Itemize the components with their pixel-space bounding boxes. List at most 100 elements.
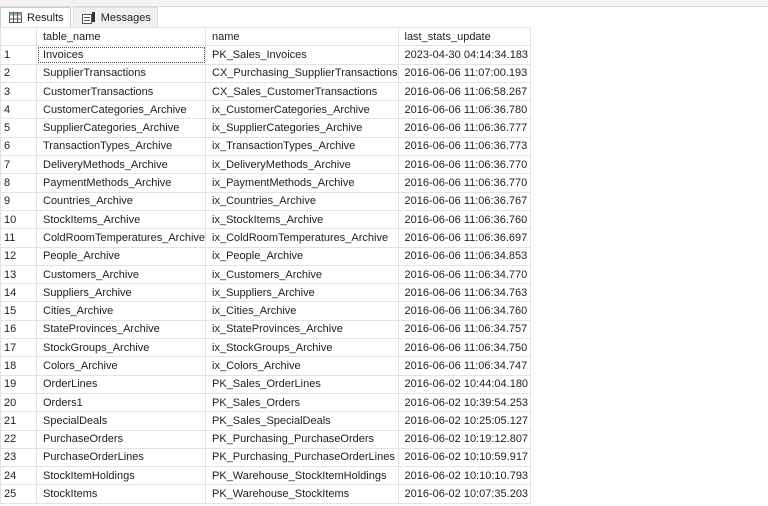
table-cell[interactable]: 2016-06-06 11:06:34.750 xyxy=(397,338,531,358)
table-cell[interactable]: 2016-06-06 11:06:36.780 xyxy=(397,100,531,120)
table-cell[interactable]: 2016-06-06 11:06:36.777 xyxy=(397,118,531,138)
table-cell[interactable]: ix_Cities_Archive xyxy=(205,301,399,321)
table-row[interactable]: 16 StateProvinces_Archive ix_StateProvince… xyxy=(0,319,531,340)
table-cell[interactable]: 2023-04-30 04:14:34.183 xyxy=(397,45,531,65)
table-cell[interactable]: SupplierTransactions xyxy=(35,63,207,83)
table-cell[interactable]: DeliveryMethods_Archive xyxy=(35,155,207,175)
table-cell[interactable]: PK_Warehouse_StockItemHoldings xyxy=(205,466,399,486)
table-row[interactable]: 19 OrderLines PK_Sales_OrderLines 2016-06-0… xyxy=(0,374,531,394)
row-number[interactable]: 2 xyxy=(0,63,37,83)
table-cell[interactable]: 2016-06-06 11:06:36.770 xyxy=(397,155,531,175)
table-cell[interactable]: PK_Purchasing_PurchaseOrderLines xyxy=(205,447,399,468)
row-number[interactable]: 9 xyxy=(0,191,37,211)
table-cell[interactable]: SpecialDeals xyxy=(35,411,207,431)
row-number[interactable]: 20 xyxy=(0,392,37,413)
column-header[interactable]: last_stats_update xyxy=(397,26,531,47)
table-cell[interactable]: ix_TransactionTypes_Archive xyxy=(205,136,399,157)
table-cell[interactable]: PK_Sales_Orders xyxy=(205,392,399,413)
table-cell[interactable]: PurchaseOrders xyxy=(35,429,207,449)
row-number[interactable]: 16 xyxy=(0,319,37,340)
table-row[interactable]: 15 Cities_Archive ix_Cities_Archive 2016-06… xyxy=(0,301,531,321)
table-row[interactable]: 4 CustomerCategories_Archive ix_CustomerCa… xyxy=(0,100,531,120)
table-cell[interactable]: ix_People_Archive xyxy=(205,246,399,266)
table-cell[interactable]: 2016-06-06 11:06:34.763 xyxy=(397,283,531,303)
table-cell[interactable]: ix_Suppliers_Archive xyxy=(205,283,399,303)
table-row[interactable]: 5 SupplierCategories_Archive ix_SupplierCa… xyxy=(0,118,531,138)
table-row[interactable]: 7 DeliveryMethods_Archive ix_DeliveryMetho… xyxy=(0,155,531,175)
table-cell[interactable]: ix_StateProvinces_Archive xyxy=(205,319,399,340)
tab-messages[interactable]: Messages xyxy=(72,7,158,27)
table-cell[interactable]: 2016-06-06 11:06:34.757 xyxy=(397,319,531,340)
table-row[interactable]: 1 Invoices PK_Sales_Invoices 2023-04-30 04:… xyxy=(0,45,531,65)
table-cell[interactable]: ix_PaymentMethods_Archive xyxy=(205,173,399,193)
table-cell[interactable]: ix_Colors_Archive xyxy=(205,356,399,376)
table-row[interactable]: 13 Customers_Archive ix_Customers_Archive 2… xyxy=(0,264,531,285)
row-number[interactable]: 3 xyxy=(0,81,37,102)
row-number[interactable]: 17 xyxy=(0,338,37,358)
table-cell[interactable]: Countries_Archive xyxy=(35,191,207,211)
row-number[interactable]: 14 xyxy=(0,283,37,303)
table-row[interactable]: 12 People_Archive ix_People_Archive 2016-06… xyxy=(0,246,531,266)
table-cell[interactable]: Colors_Archive xyxy=(35,356,207,376)
table-row[interactable]: 14 Suppliers_Archive ix_Suppliers_Archive 2… xyxy=(0,283,531,303)
row-number[interactable]: 25 xyxy=(0,484,37,504)
table-cell[interactable]: 2016-06-06 11:06:34.770 xyxy=(397,264,531,285)
row-number[interactable]: 18 xyxy=(0,356,37,376)
table-cell[interactable]: 2016-06-02 10:19:12.807 xyxy=(397,429,531,449)
table-cell[interactable]: Suppliers_Archive xyxy=(35,283,207,303)
table-cell[interactable]: PK_Sales_Invoices xyxy=(205,45,399,65)
tab-results[interactable]: Results xyxy=(0,7,71,27)
row-number[interactable]: 5 xyxy=(0,118,37,138)
row-number[interactable]: 19 xyxy=(0,374,37,394)
table-row[interactable]: 17 StockGroups_Archive ix_StockGroups_Arch… xyxy=(0,338,531,358)
table-cell[interactable]: ix_SupplierCategories_Archive xyxy=(205,118,399,138)
table-row[interactable]: 8 PaymentMethods_Archive ix_PaymentMethods… xyxy=(0,173,531,193)
table-cell[interactable]: CustomerTransactions xyxy=(35,81,207,102)
table-cell[interactable]: 2016-06-06 11:06:36.770 xyxy=(397,173,531,193)
table-cell[interactable]: ix_Customers_Archive xyxy=(205,264,399,285)
table-cell[interactable]: PK_Sales_OrderLines xyxy=(205,374,399,394)
table-row[interactable]: 25 StockItems PK_Warehouse_StockItems 2016-… xyxy=(0,484,531,504)
table-cell[interactable]: 2016-06-06 11:06:36.697 xyxy=(397,228,531,248)
table-cell[interactable]: 2016-06-06 11:06:36.767 xyxy=(397,191,531,211)
column-header[interactable] xyxy=(0,26,37,47)
table-cell[interactable]: PurchaseOrderLines xyxy=(35,447,207,468)
table-cell[interactable]: OrderLines xyxy=(35,374,207,394)
table-row[interactable]: 10 StockItems_Archive ix_StockItems_Archiv… xyxy=(0,209,531,230)
table-cell[interactable]: ix_DeliveryMethods_Archive xyxy=(205,155,399,175)
table-cell[interactable]: 2016-06-06 11:06:58.267 xyxy=(397,81,531,102)
table-cell[interactable]: 2016-06-02 10:25:05.127 xyxy=(397,411,531,431)
table-cell[interactable]: CX_Sales_CustomerTransactions xyxy=(205,81,399,102)
table-cell[interactable]: ix_ColdRoomTemperatures_Archive xyxy=(205,228,399,248)
table-cell[interactable]: 2016-06-02 10:39:54.253 xyxy=(397,392,531,413)
row-number[interactable]: 6 xyxy=(0,136,37,157)
row-number[interactable]: 24 xyxy=(0,466,37,486)
table-cell[interactable]: ix_CustomerCategories_Archive xyxy=(205,100,399,120)
table-cell[interactable]: 2016-06-02 10:10:59.917 xyxy=(397,447,531,468)
table-cell[interactable]: 2016-06-02 10:44:04.180 xyxy=(397,374,531,394)
table-cell[interactable]: 2016-06-02 10:07:35.203 xyxy=(397,484,531,504)
row-number[interactable]: 1 xyxy=(0,45,37,65)
row-number[interactable]: 12 xyxy=(0,246,37,266)
table-cell[interactable]: PaymentMethods_Archive xyxy=(35,173,207,193)
table-cell[interactable]: ix_StockGroups_Archive xyxy=(205,338,399,358)
row-number[interactable]: 8 xyxy=(0,173,37,193)
table-cell[interactable]: ix_Countries_Archive xyxy=(205,191,399,211)
table-cell[interactable]: ColdRoomTemperatures_Archive xyxy=(35,228,207,248)
table-cell[interactable]: StateProvinces_Archive xyxy=(35,319,207,340)
table-row[interactable]: 21 SpecialDeals PK_Sales_SpecialDeals 2016-… xyxy=(0,411,531,431)
table-cell[interactable]: PK_Sales_SpecialDeals xyxy=(205,411,399,431)
table-cell[interactable]: ix_StockItems_Archive xyxy=(205,209,399,230)
table-cell[interactable]: People_Archive xyxy=(35,246,207,266)
table-row[interactable]: 2 SupplierTransactions CX_Purchasing_Suppl… xyxy=(0,63,531,83)
table-cell[interactable]: 2016-06-06 11:06:34.853 xyxy=(397,246,531,266)
table-cell[interactable]: 2016-06-06 11:06:36.760 xyxy=(397,209,531,230)
table-cell[interactable]: Orders1 xyxy=(35,392,207,413)
table-cell[interactable]: StockItemHoldings xyxy=(35,466,207,486)
table-cell[interactable]: SupplierCategories_Archive xyxy=(35,118,207,138)
table-row[interactable]: 18 Colors_Archive ix_Colors_Archive 2016-06… xyxy=(0,356,531,376)
column-header[interactable]: table_name xyxy=(35,26,207,47)
table-cell[interactable]: Customers_Archive xyxy=(35,264,207,285)
table-row[interactable]: 9 Countries_Archive ix_Countries_Archive 20… xyxy=(0,191,531,211)
row-number[interactable]: 21 xyxy=(0,411,37,431)
